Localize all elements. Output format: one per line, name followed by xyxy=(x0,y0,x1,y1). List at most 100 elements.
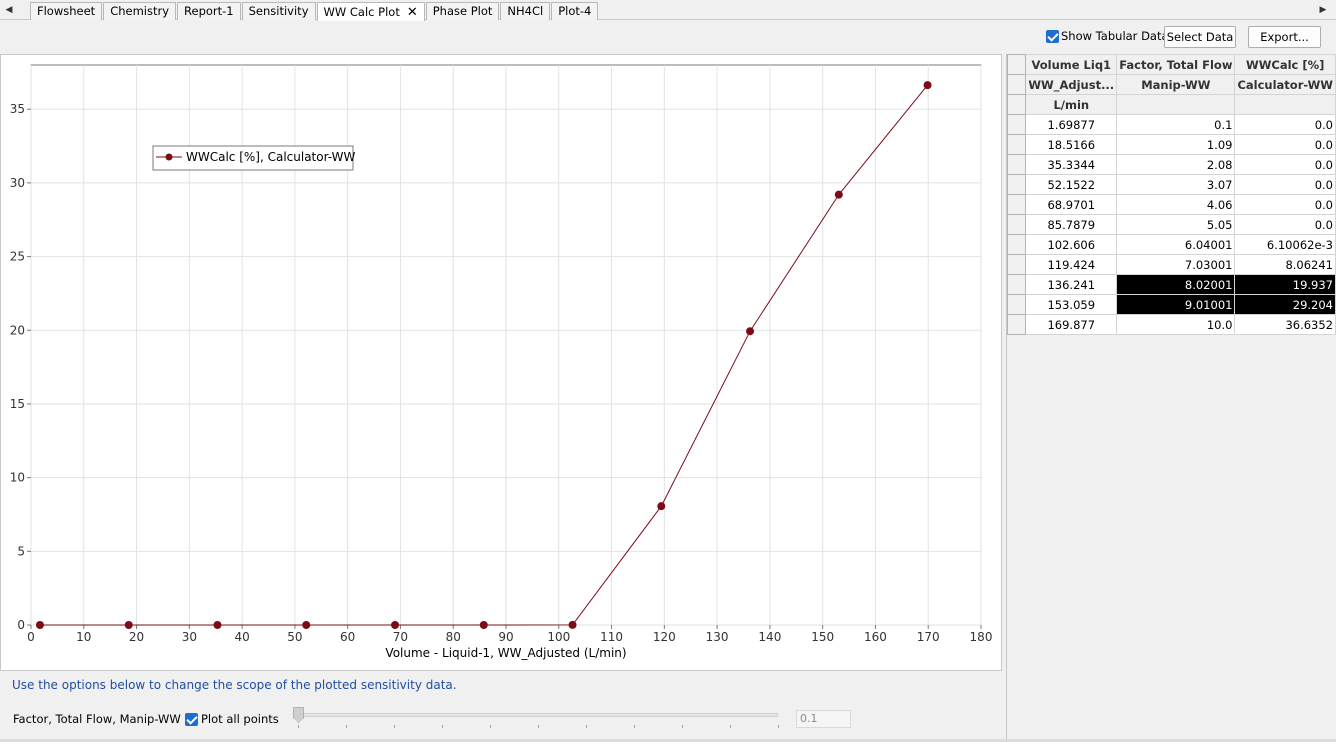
table-cell[interactable]: 29.204 xyxy=(1234,294,1336,315)
header-row: Volume Liq1 Factor, Total Flow WWCalc [%] xyxy=(1006,54,1336,75)
table-cell[interactable]: 9.01001 xyxy=(1116,294,1236,315)
table-cell[interactable]: 0.0 xyxy=(1234,114,1336,135)
table-cell[interactable]: 169.877 xyxy=(1025,314,1118,335)
plot-area[interactable]: 0 10 20 30 40 50 60 70 80 90 100 110 120 130 140 150 160… xyxy=(0,54,1002,671)
table-cell[interactable]: 8.02001 xyxy=(1116,274,1236,295)
show-tabular-data-checkbox[interactable]: Show Tabular Data xyxy=(1046,29,1169,43)
table-cell[interactable]: 1.09 xyxy=(1116,134,1236,155)
column-header-cell[interactable]: L/min xyxy=(1025,94,1118,115)
x-tick-label: 50 xyxy=(287,630,302,644)
table-cell[interactable]: 19.937 xyxy=(1234,274,1336,295)
row-header-cell[interactable] xyxy=(1006,234,1027,255)
table-row[interactable]: 85.7879 5.05 0.0 xyxy=(1006,214,1336,235)
column-header-cell[interactable]: WW_Adjust... xyxy=(1025,74,1118,95)
tab-ww-calc-plot[interactable]: WW Calc Plot ✕ xyxy=(316,2,425,21)
table-cell[interactable]: 0.0 xyxy=(1234,194,1336,215)
table-cell[interactable]: 2.08 xyxy=(1116,154,1236,175)
plot-scope-panel: Use the options below to change the scop… xyxy=(0,671,1002,742)
tab-scroll-right-icon[interactable]: ▶ xyxy=(1316,2,1330,18)
table-cell[interactable]: 1.69877 xyxy=(1025,114,1118,135)
row-header-cell[interactable] xyxy=(1006,314,1027,335)
row-header-cell[interactable] xyxy=(1006,294,1027,315)
table-cell[interactable]: 8.06241 xyxy=(1234,254,1336,275)
column-header-cell[interactable]: Manip-WW xyxy=(1116,74,1236,95)
table-cell[interactable]: 136.241 xyxy=(1025,274,1118,295)
tab-label: Sensitivity xyxy=(248,4,309,18)
row-header-cell[interactable] xyxy=(1006,154,1027,175)
row-header-cell[interactable] xyxy=(1006,134,1027,155)
tab-chemistry[interactable]: Chemistry xyxy=(103,2,177,20)
table-cell[interactable]: 10.0 xyxy=(1116,314,1236,335)
table-row[interactable]: 18.5166 1.09 0.0 xyxy=(1006,134,1336,155)
table-row[interactable]: 52.1522 3.07 0.0 xyxy=(1006,174,1336,195)
column-header-cell[interactable]: Factor, Total Flow xyxy=(1116,54,1236,75)
table-row[interactable]: 119.424 7.03001 8.06241 xyxy=(1006,254,1336,275)
column-header-cell[interactable] xyxy=(1116,94,1236,115)
table-cell[interactable]: 6.04001 xyxy=(1116,234,1236,255)
table-cell[interactable]: 35.3344 xyxy=(1025,154,1118,175)
table-row[interactable]: 169.877 10.0 36.6352 xyxy=(1006,314,1336,335)
checkbox-checked-icon[interactable] xyxy=(1046,29,1059,43)
table-row[interactable]: 136.241 8.02001 19.937 xyxy=(1006,274,1336,295)
sensitivity-line-chart[interactable]: 0 10 20 30 40 50 60 70 80 90 100 110 120 130 140 150 160… xyxy=(1,55,1001,670)
table-cell[interactable]: 18.5166 xyxy=(1025,134,1118,155)
column-header-cell[interactable]: Volume Liq1 xyxy=(1025,54,1118,75)
tab-report-1[interactable]: Report-1 xyxy=(177,2,241,20)
data-point xyxy=(35,621,44,629)
column-header-cell[interactable]: Calculator-WW xyxy=(1234,74,1336,95)
row-header-cell[interactable] xyxy=(1006,114,1027,135)
close-tab-icon[interactable]: ✕ xyxy=(407,4,418,21)
table-cell[interactable]: 0.0 xyxy=(1234,154,1336,175)
table-cell[interactable]: 68.9701 xyxy=(1025,194,1118,215)
tab-phase-plot[interactable]: Phase Plot xyxy=(425,2,500,20)
row-header-cell[interactable] xyxy=(1006,214,1027,235)
scope-variable-label: Factor, Total Flow, Manip-WW xyxy=(13,712,181,726)
tab-nh4cl[interactable]: NH4Cl xyxy=(500,2,551,20)
tab-flowsheet[interactable]: Flowsheet xyxy=(30,2,103,20)
scope-slider-track[interactable] xyxy=(296,713,778,717)
row-header-cell[interactable] xyxy=(1006,194,1027,215)
table-cell[interactable]: 4.06 xyxy=(1116,194,1236,215)
table-row[interactable]: 1.69877 0.1 0.0 xyxy=(1006,114,1336,135)
grid-corner-cell[interactable] xyxy=(1006,54,1027,75)
table-cell[interactable]: 52.1522 xyxy=(1025,174,1118,195)
export-button[interactable]: Export... xyxy=(1248,26,1321,48)
scope-slider-value-field[interactable]: 0.1 xyxy=(796,710,851,728)
table-cell[interactable]: 36.6352 xyxy=(1234,314,1336,335)
select-data-button[interactable]: Select Data xyxy=(1164,26,1236,48)
tab-plot-4[interactable]: Plot-4 xyxy=(551,2,599,20)
row-header-cell[interactable] xyxy=(1006,174,1027,195)
table-cell[interactable]: 6.10062e-3 xyxy=(1234,234,1336,255)
table-row[interactable]: 102.606 6.04001 6.10062e-3 xyxy=(1006,234,1336,255)
row-header-cell[interactable] xyxy=(1006,74,1027,95)
scope-slider-thumb[interactable] xyxy=(293,707,304,723)
x-tick-label: 150 xyxy=(811,630,834,644)
table-cell[interactable]: 0.1 xyxy=(1116,114,1236,135)
table-cell[interactable]: 85.7879 xyxy=(1025,214,1118,235)
table-cell[interactable]: 153.059 xyxy=(1025,294,1118,315)
table-row[interactable]: 153.059 9.01001 29.204 xyxy=(1006,294,1336,315)
table-cell[interactable]: 0.0 xyxy=(1234,174,1336,195)
row-header-cell[interactable] xyxy=(1006,94,1027,115)
table-cell[interactable]: 7.03001 xyxy=(1116,254,1236,275)
data-point xyxy=(746,327,755,336)
table-cell[interactable]: 3.07 xyxy=(1116,174,1236,195)
column-header-cell[interactable] xyxy=(1234,94,1336,115)
tab-label: Plot-4 xyxy=(558,4,592,18)
table-row[interactable]: 68.9701 4.06 0.0 xyxy=(1006,194,1336,215)
table-cell[interactable]: 0.0 xyxy=(1234,214,1336,235)
table-cell[interactable]: 0.0 xyxy=(1234,134,1336,155)
table-cell[interactable]: 5.05 xyxy=(1116,214,1236,235)
row-header-cell[interactable] xyxy=(1006,274,1027,295)
table-cell[interactable]: 119.424 xyxy=(1025,254,1118,275)
x-tick-label: 110 xyxy=(600,630,623,644)
table-row[interactable]: 35.3344 2.08 0.0 xyxy=(1006,154,1336,175)
table-cell[interactable]: 102.606 xyxy=(1025,234,1118,255)
plot-all-points-checkbox[interactable]: Plot all points xyxy=(185,712,279,726)
tabular-data-grid[interactable]: Volume Liq1 Factor, Total Flow WWCalc [%] W… xyxy=(1006,54,1336,335)
tab-sensitivity[interactable]: Sensitivity xyxy=(241,2,316,20)
tab-scroll-left-icon[interactable]: ◀ xyxy=(2,2,16,18)
checkbox-checked-icon[interactable] xyxy=(185,712,198,726)
row-header-cell[interactable] xyxy=(1006,254,1027,275)
column-header-cell[interactable]: WWCalc [%] xyxy=(1234,54,1336,75)
